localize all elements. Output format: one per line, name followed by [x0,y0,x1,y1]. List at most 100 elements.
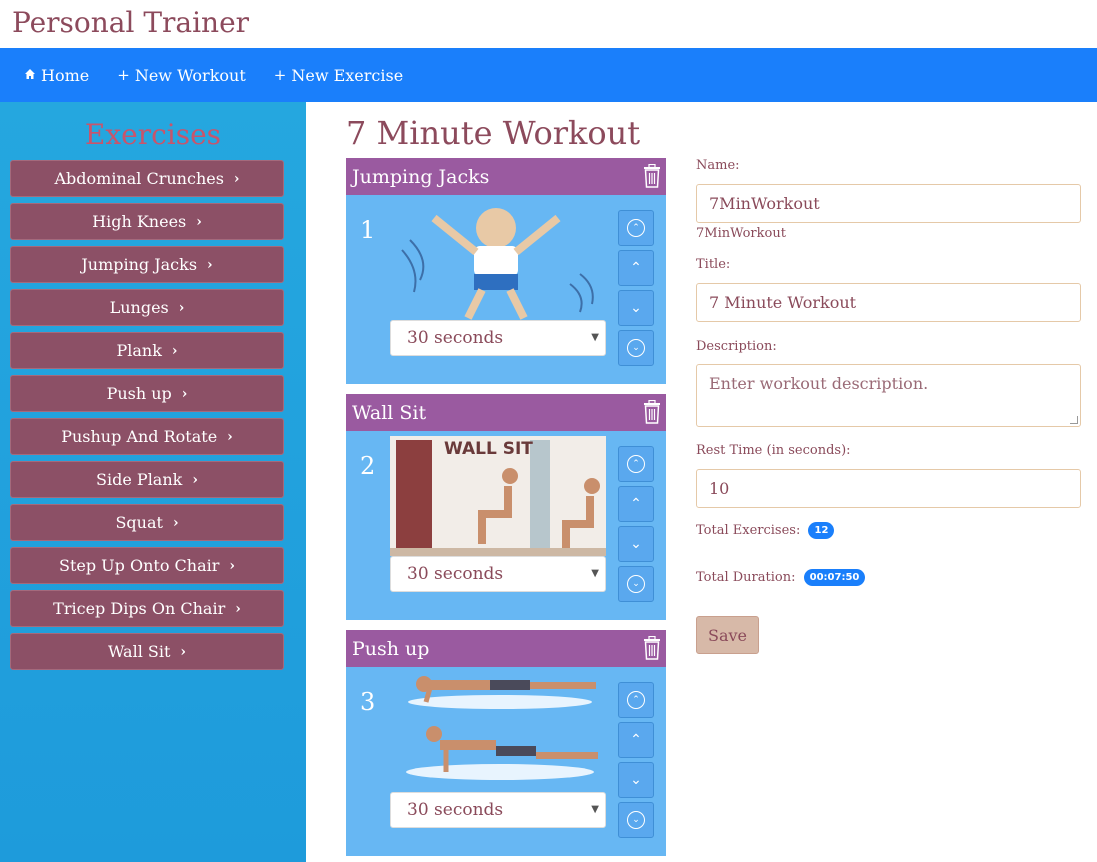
exercise-label: High Knees [92,212,187,231]
exercise-label: Plank [116,341,162,360]
exercise-label: Jumping Jacks [81,255,198,274]
name-input[interactable]: 7MinWorkout [696,184,1081,223]
move-bottom-button[interactable]: ⌄ [618,566,654,602]
chevron-right-icon: › [233,170,240,187]
description-placeholder: Enter workout description. [709,374,929,393]
nav-new-exercise-link[interactable]: + New Exercise [274,66,403,85]
exercise-button[interactable]: Jumping Jacks › [10,246,284,283]
exercise-card: Jumping Jacks 1 30 seconds ▼ ⌃ ⌃ ⌄ ⌄ [346,158,666,384]
duration-select[interactable]: 30 seconds ▼ [390,320,606,356]
exercise-button[interactable]: Lunges › [10,289,284,326]
chevron-right-icon: › [172,514,179,531]
nav-new-workout-label: New Workout [134,65,246,85]
move-down-button[interactable]: ⌄ [618,526,654,562]
plus-icon: + [273,66,287,84]
move-bottom-button[interactable]: ⌄ [618,802,654,838]
exercise-card-header: Wall Sit [346,394,666,431]
trash-icon[interactable] [643,400,661,424]
reorder-controls: ⌃ ⌃ ⌄ ⌄ [618,446,654,606]
rest-time-input[interactable]: 10 [696,469,1081,508]
caret-down-icon: ▼ [591,568,599,579]
sidebar-title: Exercises [84,118,222,151]
circle-chevron-up-icon: ⌃ [627,691,645,709]
exercises-sidebar: Exercises Abdominal Crunches › High Knees… [0,102,306,862]
exercise-label: Wall Sit [107,642,171,661]
description-label: Description: [696,339,777,354]
exercise-button[interactable]: Tricep Dips On Chair › [10,590,284,627]
chevron-right-icon: › [171,342,178,359]
chevron-right-icon: › [207,256,213,273]
top-navbar: Home + New Workout + New Exercise [0,48,1097,102]
resize-handle-icon[interactable] [1070,416,1078,424]
exercise-button[interactable]: Abdominal Crunches › [10,160,284,197]
move-up-button[interactable]: ⌃ [618,250,654,286]
circle-chevron-up-icon: ⌃ [627,455,645,473]
exercise-card-header: Push up [346,630,666,667]
wall-sit-image-text: WALL SIT [444,439,533,459]
name-label: Name: [696,158,740,173]
duration-select[interactable]: 30 seconds ▼ [390,792,606,828]
chevron-right-icon: › [192,471,198,488]
exercise-button[interactable]: Push up › [10,375,284,412]
duration-value: 30 seconds [407,564,504,584]
reorder-controls: ⌃ ⌃ ⌄ ⌄ [618,682,654,842]
exercise-button[interactable]: High Knees › [10,203,284,240]
rest-time-label: Rest Time (in seconds): [696,443,851,458]
caret-down-icon: ▼ [591,332,599,343]
exercise-card-title: Jumping Jacks [352,165,490,188]
description-textarea[interactable]: Enter workout description. [696,364,1081,427]
move-top-button[interactable]: ⌃ [618,682,654,718]
chevron-right-icon: › [229,557,236,574]
nav-home-link[interactable]: Home [24,66,89,85]
total-duration-badge: 00:07:50 [803,569,866,586]
title-input[interactable]: 7 Minute Workout [696,283,1081,322]
move-down-button[interactable]: ⌄ [618,762,654,798]
move-down-button[interactable]: ⌄ [618,290,654,326]
exercise-button[interactable]: Pushup And Rotate › [10,418,284,455]
total-exercises-row: Total Exercises: 12 [696,522,1081,539]
exercise-card: Push up 3 30 seconds ▼ ⌃ ⌃ ⌄ ⌄ [346,630,666,856]
push-up-image [406,676,598,780]
trash-icon[interactable] [643,636,661,660]
total-exercises-badge: 12 [808,522,835,539]
exercise-label: Step Up Onto Chair [58,556,220,575]
rest-time-value: 10 [709,479,730,498]
exercise-button[interactable]: Wall Sit › [10,633,284,670]
move-top-button[interactable]: ⌃ [618,446,654,482]
exercise-button[interactable]: Side Plank › [10,461,284,498]
chevron-down-icon: ⌄ [630,536,642,552]
chevron-down-icon: ⌄ [630,772,642,788]
jumping-jacks-image [401,208,594,320]
nav-new-workout-link[interactable]: + New Workout [117,66,246,85]
exercise-button[interactable]: Squat › [10,504,284,541]
circle-chevron-down-icon: ⌄ [627,575,645,593]
move-up-button[interactable]: ⌃ [618,722,654,758]
title-input-value: 7 Minute Workout [709,293,857,312]
exercise-card-number: 1 [360,216,376,244]
circle-chevron-down-icon: ⌄ [627,811,645,829]
move-top-button[interactable]: ⌃ [618,210,654,246]
move-up-button[interactable]: ⌃ [618,486,654,522]
name-input-value: 7MinWorkout [709,194,820,213]
chevron-right-icon: › [181,385,188,402]
circle-chevron-down-icon: ⌄ [627,339,645,357]
reorder-controls: ⌃ ⌃ ⌄ ⌄ [618,210,654,370]
total-duration-label: Total Duration: [696,570,796,585]
trash-icon[interactable] [643,164,661,188]
exercise-label: Lunges [109,298,169,317]
exercise-card-header: Jumping Jacks [346,158,666,195]
duration-select[interactable]: 30 seconds ▼ [390,556,606,592]
exercise-label: Pushup And Rotate [61,427,218,446]
exercise-button[interactable]: Plank › [10,332,284,369]
nav-new-exercise-label: New Exercise [291,65,404,85]
plus-icon: + [117,66,130,84]
move-bottom-button[interactable]: ⌄ [618,330,654,366]
exercise-card-number: 2 [360,452,376,480]
name-echo-text: 7MinWorkout [696,226,786,241]
chevron-up-icon: ⌃ [630,260,642,276]
exercise-button[interactable]: Step Up Onto Chair › [10,547,284,584]
exercise-card-number: 3 [360,688,376,716]
exercise-card: Wall Sit 2 WALL SIT 30 seconds ▼ ⌃ ⌃ ⌄ ⌄ [346,394,666,620]
save-button[interactable]: Save [696,616,759,654]
page-title: 7 Minute Workout [346,114,641,152]
